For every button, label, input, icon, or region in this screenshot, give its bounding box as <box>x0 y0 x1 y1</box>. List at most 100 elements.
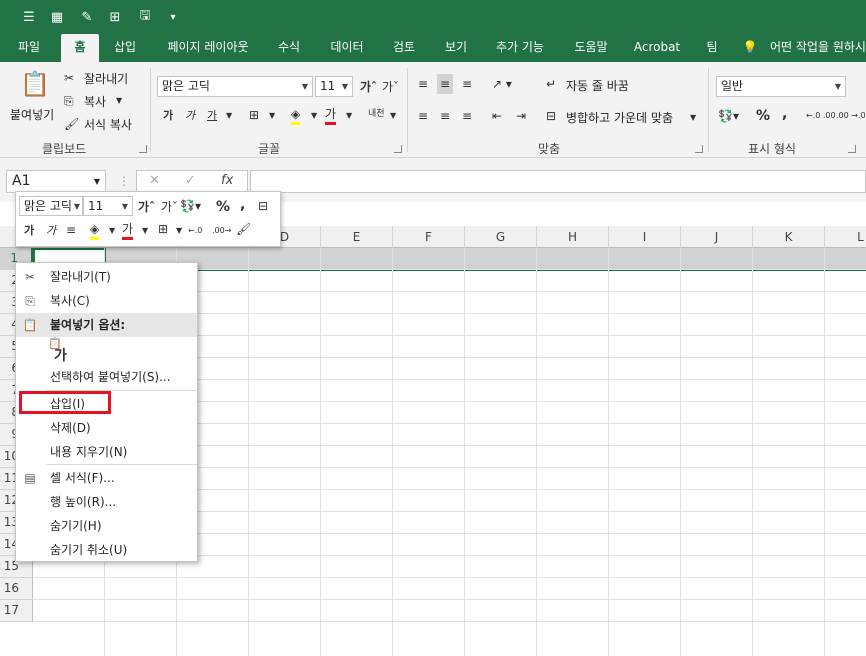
increase-decimal-button[interactable]: ←.0 .00 <box>806 108 836 124</box>
decrease-indent-icon[interactable]: ⇤ <box>492 108 502 124</box>
align-bottom-icon[interactable]: ≡ <box>462 76 472 92</box>
italic-button[interactable]: 가 <box>46 223 56 239</box>
font-color-icon[interactable]: 가 <box>122 221 134 240</box>
number-format-combo[interactable]: 일반 ▼ <box>716 76 846 97</box>
bold-button[interactable]: 가 <box>24 223 34 239</box>
mini-size-combo[interactable]: 11 ▼ <box>83 196 133 216</box>
decrease-decimal-icon[interactable]: .00→ <box>212 223 231 239</box>
tab-acrobat[interactable]: Acrobat <box>628 34 686 62</box>
enter-icon[interactable]: ✓ <box>185 173 196 188</box>
cut-button[interactable]: 잘라내기 <box>84 70 128 87</box>
row-header[interactable]: 17 <box>0 600 33 622</box>
copy-button[interactable]: 복사 <box>84 93 106 110</box>
chevron-down-icon[interactable]: ▼ <box>690 110 696 126</box>
tab-team[interactable]: 팀 <box>698 34 726 62</box>
menu-item-delete[interactable]: 삭제(D) <box>16 416 197 440</box>
italic-button[interactable]: 가 <box>185 108 195 124</box>
menu-icon[interactable]: ☰ <box>20 8 38 26</box>
format-painter-icon[interactable]: 🖌 <box>236 221 251 237</box>
save-icon[interactable]: 🖫 <box>136 8 154 26</box>
chevron-down-icon[interactable]: ▼ <box>142 223 148 239</box>
form-icon[interactable]: ▦ <box>48 8 66 26</box>
decrease-decimal-button[interactable]: .00 →.0 <box>836 108 866 124</box>
column-header[interactable]: F <box>393 226 465 248</box>
menu-item-hide[interactable]: 숨기기(H) <box>16 514 197 538</box>
tab-insert[interactable]: 삽입 <box>104 34 146 62</box>
chevron-down-icon[interactable]: ▼ <box>390 108 396 124</box>
paste-button[interactable]: 붙여넣기 <box>10 106 54 123</box>
tab-data[interactable]: 데이터 <box>322 34 372 62</box>
chevron-down-icon[interactable]: ▼ <box>226 108 232 124</box>
font-launcher-icon[interactable] <box>394 145 402 153</box>
menu-item-paste-special[interactable]: 선택하여 붙여넣기(S)... <box>16 365 197 389</box>
comma-button[interactable]: , <box>240 197 245 213</box>
currency-icon[interactable]: 💱▾ <box>718 108 739 124</box>
column-header[interactable]: E <box>321 226 393 248</box>
menu-item-clear-contents[interactable]: 내용 지우기(N) <box>16 440 197 464</box>
align-left-icon[interactable]: ≡ <box>418 108 428 124</box>
increase-indent-icon[interactable]: ⇥ <box>516 108 526 124</box>
tab-help[interactable]: 도움말 <box>563 34 619 62</box>
font-name-combo[interactable]: 맑은 고딕 ▼ <box>157 76 313 97</box>
tab-file[interactable]: 파일 <box>8 34 50 62</box>
comma-button[interactable]: , <box>782 106 787 122</box>
paste-values-button[interactable]: 📋 가 <box>48 337 70 364</box>
drag-handle-icon[interactable]: ⋮ <box>118 174 130 188</box>
fx-icon[interactable]: fx <box>221 173 233 188</box>
font-color-icon[interactable]: 가 <box>325 106 337 125</box>
decrease-font-icon[interactable]: 가ˇ <box>161 199 178 215</box>
currency-icon[interactable]: 💱▾ <box>180 198 201 214</box>
menu-item-unhide[interactable]: 숨기기 취소(U) <box>16 538 197 562</box>
align-top-icon[interactable]: ≡ <box>418 76 428 92</box>
grid-icon[interactable]: ⊞ <box>106 8 124 26</box>
border-icon[interactable]: ⊞ <box>249 107 259 123</box>
align-center-icon[interactable]: ≡ <box>66 222 76 238</box>
alignment-launcher-icon[interactable] <box>695 145 703 153</box>
column-header[interactable]: H <box>537 226 609 248</box>
column-header[interactable]: I <box>609 226 681 248</box>
orientation-icon[interactable]: ↗ ▾ <box>492 76 512 92</box>
font-size-combo[interactable]: 11 ▼ <box>315 76 353 97</box>
lightbulb-icon[interactable]: 💡 <box>740 34 760 62</box>
column-header[interactable]: K <box>753 226 825 248</box>
increase-font-icon[interactable]: 가ˆ <box>360 79 377 95</box>
column-header[interactable]: G <box>465 226 537 248</box>
menu-item-cut[interactable]: ✂ 잘라내기(T) <box>16 265 197 289</box>
border-icon[interactable]: ⊞ <box>158 221 168 237</box>
tab-formulas[interactable]: 수식 <box>268 34 310 62</box>
chevron-down-icon[interactable]: ▼ <box>311 108 317 124</box>
tab-home[interactable]: 홈 <box>61 34 99 62</box>
tab-add-ins[interactable]: 추가 기능 <box>487 34 553 62</box>
chevron-down-icon[interactable]: ▼ <box>346 108 352 124</box>
brush-icon[interactable]: ✎ <box>78 8 96 26</box>
tab-review[interactable]: 검토 <box>383 34 425 62</box>
number-launcher-icon[interactable] <box>848 145 856 153</box>
percent-button[interactable]: % <box>216 199 230 215</box>
name-box[interactable]: A1 ▼ <box>6 170 106 193</box>
chevron-down-icon[interactable]: ▼ <box>116 93 122 109</box>
format-table-icon[interactable]: ⊟ <box>258 198 268 214</box>
tab-page-layout[interactable]: 페이지 레이아웃 <box>156 34 260 62</box>
mini-font-combo[interactable]: 맑은 고딕 ▼ <box>19 196 83 216</box>
phonetic-icon[interactable]: 내천 <box>368 106 385 122</box>
cancel-icon[interactable]: ✕ <box>149 173 160 188</box>
align-center-icon[interactable]: ≡ <box>440 108 450 124</box>
format-painter-button[interactable]: 서식 복사 <box>84 116 132 133</box>
chevron-down-icon[interactable]: ▼ <box>176 223 182 239</box>
increase-font-icon[interactable]: 가ˆ <box>138 199 155 215</box>
clipboard-launcher-icon[interactable] <box>139 145 147 153</box>
decrease-font-icon[interactable]: 가ˇ <box>382 79 399 95</box>
menu-item-copy[interactable]: ⎘ 복사(C) <box>16 289 197 313</box>
fill-color-icon[interactable]: ◈ <box>291 106 301 125</box>
column-header[interactable]: J <box>681 226 753 248</box>
menu-item-row-height[interactable]: 행 높이(R)... <box>16 490 197 514</box>
bold-button[interactable]: 가 <box>163 108 173 124</box>
tab-view[interactable]: 보기 <box>435 34 477 62</box>
customize-icon[interactable]: ▾ <box>164 8 182 26</box>
row-header[interactable]: 16 <box>0 578 33 600</box>
formula-input[interactable] <box>250 170 866 193</box>
menu-item-format-cells[interactable]: ▤ 셀 서식(F)... <box>16 466 197 490</box>
column-header[interactable]: L <box>825 226 866 248</box>
fill-color-icon[interactable]: ◈ <box>90 221 100 240</box>
paste-icon[interactable]: 📋 <box>20 70 50 98</box>
